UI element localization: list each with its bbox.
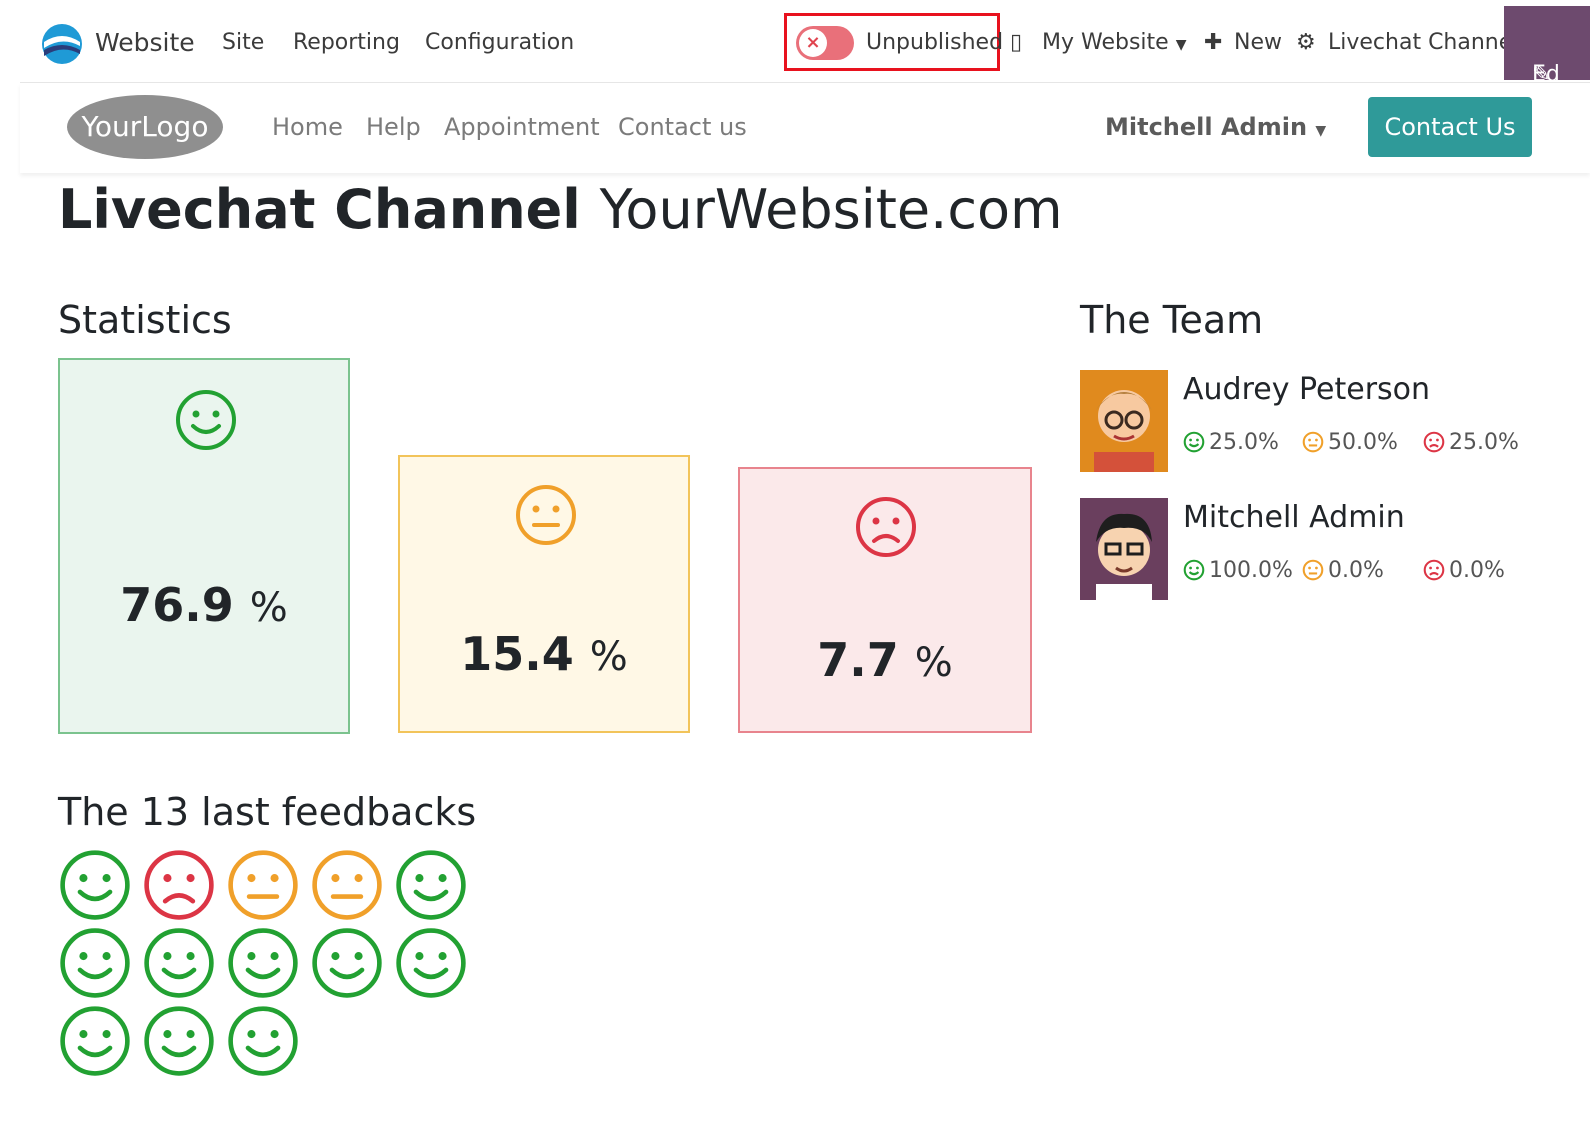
- website-selector-label: My Website: [1042, 30, 1169, 55]
- stat-neutral-value: 15.4 %: [460, 627, 628, 681]
- nav-home[interactable]: Home: [272, 113, 343, 141]
- nav-contact[interactable]: Contact us: [618, 113, 747, 141]
- member-name: Mitchell Admin: [1183, 500, 1405, 535]
- member-happy-rate: 100.0%: [1183, 558, 1293, 583]
- page-title-sub: YourWebsite.com: [599, 178, 1063, 241]
- website-navbar: YourLogo Home Help Appointment Contact u…: [20, 83, 1590, 173]
- website-selector[interactable]: My Website ▼: [1042, 28, 1186, 60]
- neutral-face-icon: [228, 850, 298, 920]
- member-sad-rate: 0.0%: [1423, 558, 1505, 583]
- user-menu[interactable]: Mitchell Admin ▼: [1105, 113, 1326, 141]
- member-neutral-rate: 50.0%: [1302, 430, 1398, 455]
- neutral-face-icon: [1302, 559, 1324, 581]
- user-name: Mitchell Admin: [1105, 113, 1308, 141]
- happy-face-icon: [60, 928, 130, 998]
- record-link[interactable]: Livechat Channel: [1328, 28, 1518, 58]
- close-icon: ×: [799, 29, 827, 57]
- neutral-face-icon: [312, 850, 382, 920]
- menu-site[interactable]: Site: [222, 28, 264, 58]
- menu-configuration[interactable]: Configuration: [425, 28, 574, 58]
- nav-appointment[interactable]: Appointment: [444, 113, 600, 141]
- page-title-main: Livechat Channel: [58, 178, 581, 241]
- stat-card-neutral: 15.4 %: [398, 455, 690, 733]
- publish-toggle[interactable]: ×: [796, 26, 854, 60]
- member-happy-rate: 25.0%: [1183, 430, 1279, 455]
- logo-text: YourLogo: [81, 110, 209, 143]
- happy-face-icon: [60, 1006, 130, 1076]
- happy-face-icon: [228, 928, 298, 998]
- happy-face-icon: [1183, 431, 1205, 453]
- happy-face-icon: [144, 1006, 214, 1076]
- app-name[interactable]: Website: [95, 28, 195, 58]
- neutral-face-icon: [516, 485, 576, 545]
- website-app-icon[interactable]: [40, 22, 84, 66]
- menu-reporting[interactable]: Reporting: [293, 28, 400, 58]
- sad-face-icon: [856, 497, 916, 557]
- statistics-heading: Statistics: [58, 298, 232, 342]
- member-sad-rate: 25.0%: [1423, 430, 1519, 455]
- happy-face-icon: [1183, 559, 1205, 581]
- stat-card-happy: 76.9 %: [58, 358, 350, 734]
- neutral-face-icon: [1302, 431, 1324, 453]
- happy-face-icon: [312, 928, 382, 998]
- feedback-heading: The 13 last feedbacks: [58, 790, 477, 834]
- member-neutral-rate: 0.0%: [1302, 558, 1384, 583]
- happy-face-icon: [176, 390, 236, 450]
- happy-face-icon: [396, 928, 466, 998]
- team-heading: The Team: [1080, 298, 1264, 342]
- new-button[interactable]: New: [1234, 28, 1282, 58]
- admin-topbar: Website Site Reporting Configuration × U…: [20, 0, 1590, 87]
- happy-face-icon: [60, 850, 130, 920]
- plus-icon[interactable]: ✚: [1204, 28, 1222, 58]
- caret-down-icon: ▼: [1315, 123, 1327, 139]
- stat-card-sad: 7.7 %: [738, 467, 1032, 733]
- member-name: Audrey Peterson: [1183, 372, 1431, 407]
- sad-face-icon: [1423, 559, 1445, 581]
- sad-face-icon: [144, 850, 214, 920]
- mobile-preview-icon[interactable]: ▯: [1010, 28, 1022, 58]
- nav-help[interactable]: Help: [366, 113, 421, 141]
- stat-sad-value: 7.7 %: [817, 633, 953, 687]
- edit-button[interactable]: ✎ Ed: [1504, 6, 1590, 87]
- contact-us-button[interactable]: Contact Us: [1368, 97, 1532, 157]
- happy-face-icon: [228, 1006, 298, 1076]
- happy-face-icon: [396, 850, 466, 920]
- caret-down-icon: ▼: [1175, 37, 1187, 53]
- happy-face-icon: [144, 928, 214, 998]
- gear-icon[interactable]: ⚙: [1296, 28, 1316, 58]
- sad-face-icon: [1423, 431, 1445, 453]
- avatar: [1080, 498, 1168, 600]
- site-logo[interactable]: YourLogo: [67, 95, 223, 159]
- publish-status[interactable]: Unpublished: [866, 28, 1003, 58]
- page-title: Livechat Channel YourWebsite.com: [58, 178, 1063, 241]
- avatar: [1080, 370, 1168, 472]
- stat-happy-value: 76.9 %: [120, 578, 288, 632]
